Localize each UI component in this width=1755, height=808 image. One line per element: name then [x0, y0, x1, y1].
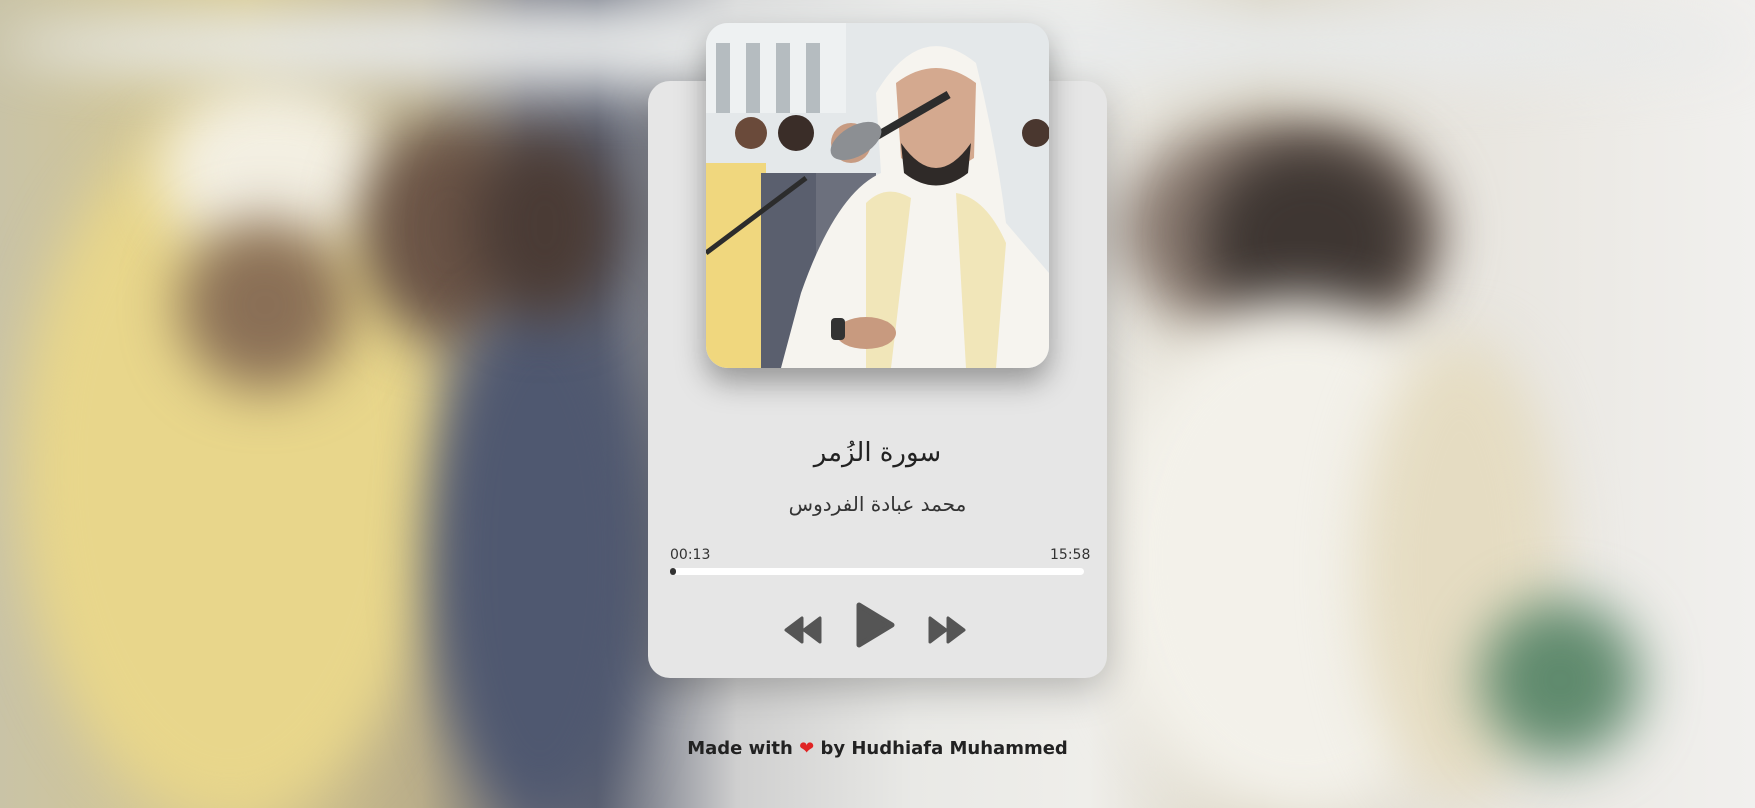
heart-icon: ❤ — [799, 738, 815, 759]
fast-forward-icon — [928, 616, 966, 644]
play-icon — [856, 602, 895, 648]
footer-credit: Made with ❤ by Hudhiafa Muhammed — [0, 738, 1755, 759]
album-cover — [706, 23, 1049, 368]
progress-fill — [670, 568, 676, 575]
track-artist: محمد عبادة الفردوس — [788, 492, 967, 516]
current-time: 00:13 — [670, 547, 711, 563]
progress-bar[interactable] — [670, 568, 1084, 575]
fast-forward-button[interactable] — [926, 614, 966, 646]
cover-image — [706, 23, 1049, 368]
total-time: 15:58 — [1050, 547, 1091, 563]
play-button[interactable] — [854, 601, 896, 649]
track-title: سورة الزُمر — [813, 438, 942, 468]
footer-suffix: by Hudhiafa Muhammed — [820, 738, 1068, 759]
rewind-button[interactable] — [784, 614, 824, 646]
rewind-icon — [784, 616, 822, 644]
footer-prefix: Made with — [687, 738, 793, 759]
